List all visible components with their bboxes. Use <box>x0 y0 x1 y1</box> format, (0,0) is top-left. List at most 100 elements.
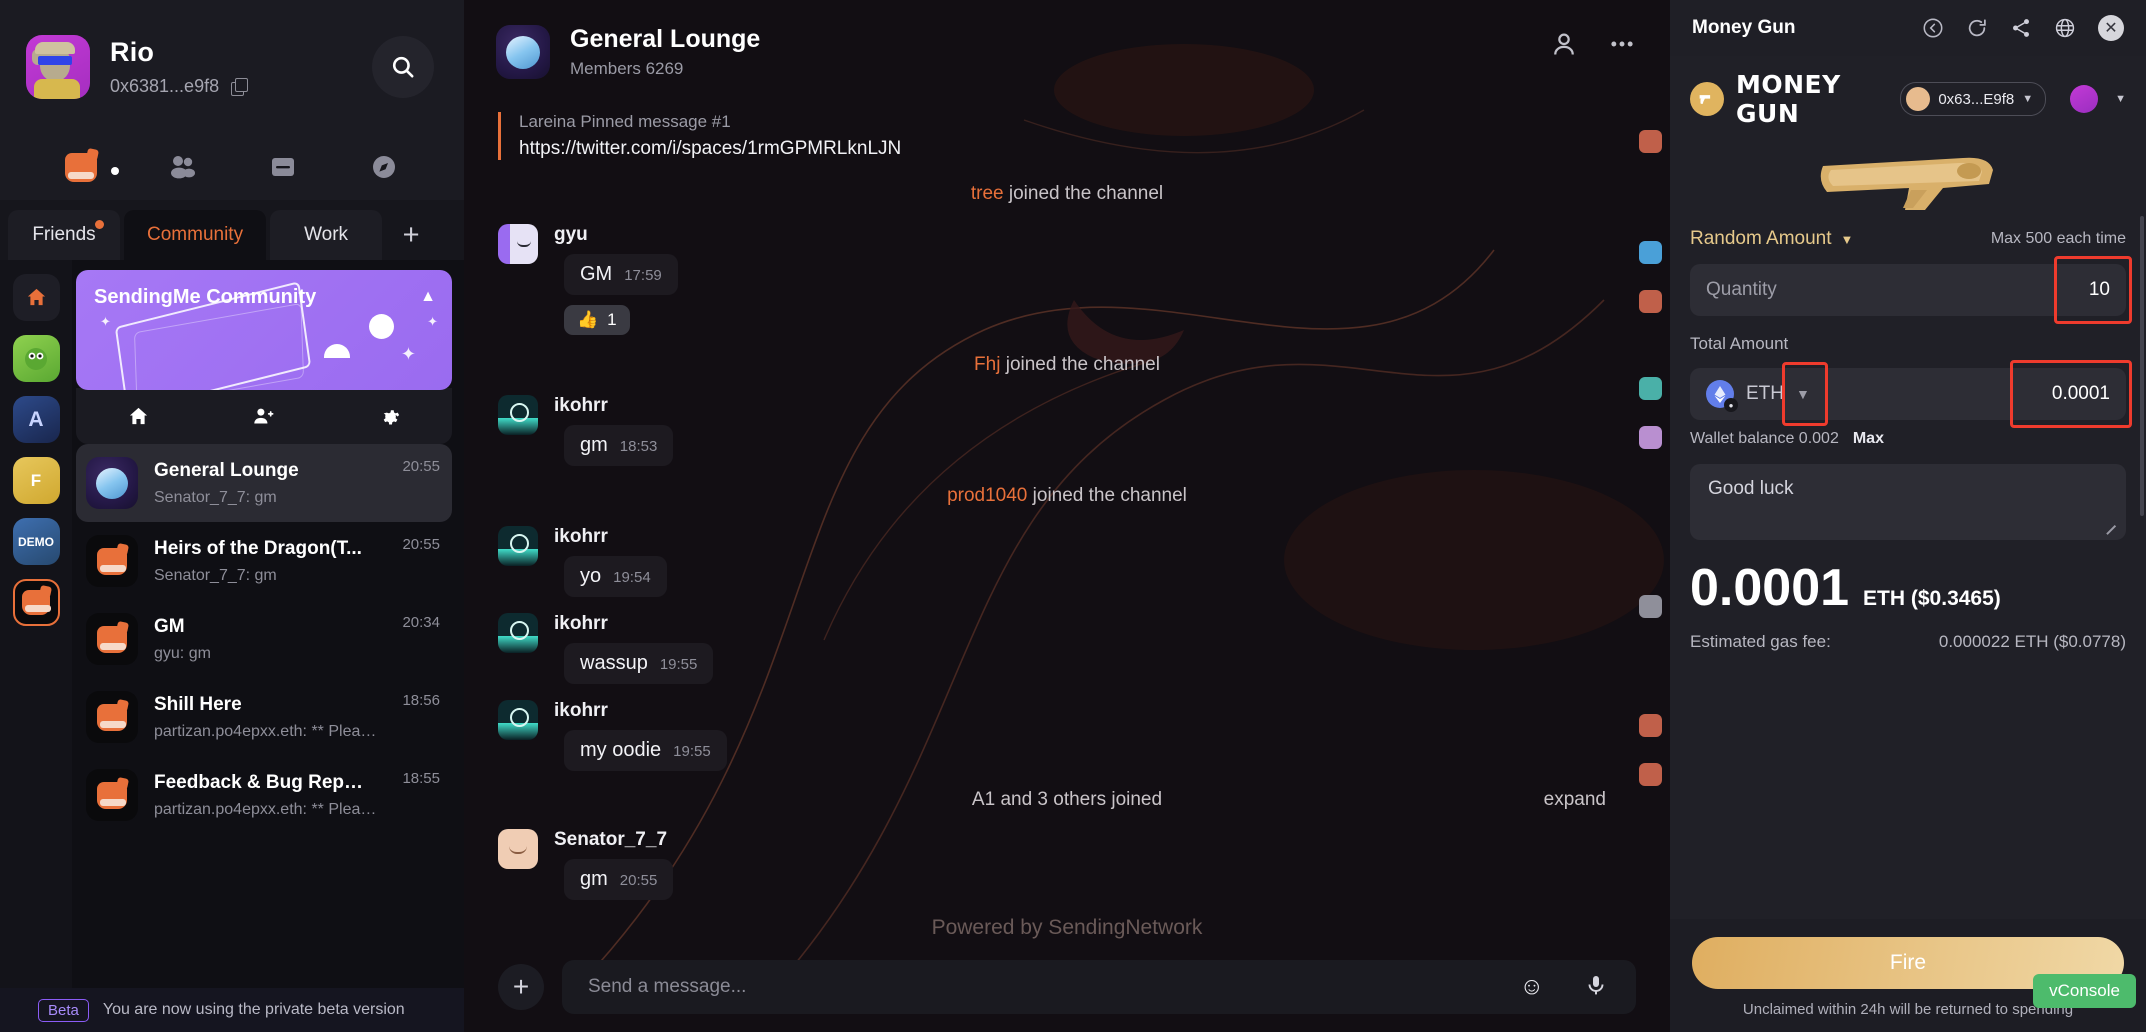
emoji-icon[interactable]: ☺ <box>1519 973 1544 1001</box>
sticker-1[interactable] <box>1638 130 1662 153</box>
message-bubble[interactable]: wassup 19:55 <box>564 643 714 684</box>
chat-preview: partizan.po4epxx.eth: ** Please ... <box>154 722 384 740</box>
avengers-icon: A <box>28 407 44 431</box>
chat-list-item-heirs-of-the-dragon[interactable]: Heirs of the Dragon(T... Senator_7_7: gm… <box>76 522 452 600</box>
chat-list-item-feedback-bug-report[interactable]: Feedback & Bug Report partizan.po4epxx.e… <box>76 756 452 834</box>
home-icon <box>27 288 45 306</box>
close-icon[interactable]: ✕ <box>2098 15 2124 41</box>
add-tab-button[interactable]: + <box>386 210 436 260</box>
sticker-6[interactable] <box>1638 595 1662 618</box>
note-text: Good luck <box>1708 478 1794 499</box>
message-bubble[interactable]: gm 20:55 <box>564 859 674 900</box>
nav-chats[interactable] <box>30 152 131 182</box>
chat-avatar <box>86 769 138 821</box>
nav-explore[interactable] <box>333 154 434 180</box>
chat-time: 18:56 <box>402 692 440 709</box>
collapse-chevron-icon[interactable]: ▲ <box>420 288 436 306</box>
total-amount-big: 0.0001 <box>1690 559 1850 617</box>
sticker-5[interactable] <box>1638 426 1662 449</box>
total-amount-field[interactable]: ● ETH ▼ 0.0001 <box>1690 360 2132 428</box>
max-button[interactable]: Max <box>1853 430 1884 448</box>
message-avatar[interactable] <box>498 613 538 653</box>
chat-list-item-shill-here[interactable]: Shill Here partizan.po4epxx.eth: ** Plea… <box>76 678 452 756</box>
note-textarea[interactable]: Good luck <box>1690 464 2126 540</box>
message-avatar[interactable] <box>498 395 538 435</box>
avatar[interactable] <box>26 35 90 99</box>
copy-icon[interactable] <box>231 78 249 96</box>
share-icon[interactable] <box>2010 17 2032 39</box>
attachment-button[interactable]: + <box>498 964 544 1010</box>
tab-friends[interactable]: Friends <box>8 210 120 260</box>
message-avatar[interactable] <box>498 224 538 264</box>
members-button[interactable] <box>1550 30 1578 63</box>
chat-list-item-general-lounge[interactable]: General Lounge Senator_7_7: gm 20:55 <box>76 444 452 522</box>
sticker-7[interactable] <box>1638 714 1662 737</box>
tab-work[interactable]: Work <box>270 210 383 260</box>
message-reaction[interactable]: 👍 1 <box>564 305 630 335</box>
panel-header: Money Gun ✕ <box>1670 0 2146 56</box>
sticker-4[interactable] <box>1638 377 1662 400</box>
panel-title: Money Gun <box>1692 17 1796 38</box>
expand-link[interactable]: expand <box>1544 789 1606 811</box>
chevron-down-icon: ▼ <box>1840 231 1854 247</box>
total-summary: 0.0001 ETH ($0.3465) <box>1690 562 2126 614</box>
space-item-demo[interactable]: DEMO <box>12 518 60 565</box>
panel-user-avatar[interactable] <box>2070 85 2099 113</box>
message-avatar[interactable] <box>498 700 538 740</box>
message-bubble[interactable]: GM 17:59 <box>564 254 678 295</box>
profile-address-row[interactable]: 0x6381...e9f8 <box>110 76 249 97</box>
message-avatar[interactable] <box>498 526 538 566</box>
sticker-8[interactable] <box>1638 763 1662 786</box>
community-settings-button[interactable] <box>327 406 452 427</box>
search-button[interactable] <box>372 36 434 98</box>
message-avatar[interactable] <box>498 829 538 869</box>
pinned-link[interactable]: https://twitter.com/i/spaces/1rmGPMRLknL… <box>519 138 1670 160</box>
space-item-selected[interactable] <box>12 579 60 626</box>
community-banner[interactable]: SendingMe Community ✦ ✦ ✦ ▲ <box>76 270 452 390</box>
space-item-1[interactable] <box>12 335 60 382</box>
sticker-strip <box>1630 130 1670 786</box>
sticker-3[interactable] <box>1638 290 1662 313</box>
amount-value: 0.0001 <box>2051 383 2110 404</box>
space-item-2[interactable]: A <box>12 396 60 443</box>
message-bubble[interactable]: yo 19:54 <box>564 556 667 597</box>
back-icon[interactable] <box>1922 17 1944 39</box>
space-item-3[interactable]: F <box>12 457 60 504</box>
vconsole-button[interactable]: vConsole <box>2033 974 2136 1008</box>
amount-mode-select[interactable]: Random Amount ▼ <box>1690 228 1853 250</box>
lists-area: A F DEMO SendingMe Community ✦ ✦ ✦ ▲ Gen… <box>0 260 464 988</box>
more-options-button[interactable] <box>1608 30 1636 63</box>
message-text: gm <box>580 868 608 890</box>
space-home[interactable] <box>12 274 60 321</box>
sticker-2[interactable] <box>1638 241 1662 264</box>
resize-handle-icon[interactable] <box>2106 521 2117 532</box>
chevron-down-icon[interactable]: ▼ <box>2115 93 2126 105</box>
pinned-message[interactable]: Lareina Pinned message #1 https://twitte… <box>464 104 1670 160</box>
chevron-down-icon: ▼ <box>2022 93 2034 105</box>
globe-icon[interactable] <box>2054 17 2076 39</box>
nav-contacts[interactable] <box>131 154 232 180</box>
max-each-time-note: Max 500 each time <box>1990 230 2126 247</box>
chat-list-item-gm[interactable]: GM gyu: gm 20:34 <box>76 600 452 678</box>
token-select-chevron-icon[interactable]: ▼ <box>1796 386 1810 402</box>
powered-watermark: Powered by SendingNetwork <box>931 916 1203 939</box>
tab-bar: Friends Community Work + <box>0 200 464 260</box>
quantity-field[interactable]: Quantity 10 <box>1690 256 2132 324</box>
community-home-button[interactable] <box>76 406 201 427</box>
message-bubble[interactable]: my oodie 19:55 <box>564 730 727 771</box>
pinned-meta: Lareina Pinned message #1 <box>519 112 731 131</box>
community-invite-button[interactable] <box>201 406 326 427</box>
microphone-icon[interactable] <box>1584 973 1608 1002</box>
message-text: yo <box>580 565 602 587</box>
total-amount-label: Total Amount <box>1690 334 1789 353</box>
tab-community[interactable]: Community <box>124 210 267 260</box>
panel-scrollbar[interactable] <box>2140 216 2144 516</box>
message-bubble[interactable]: gm 18:53 <box>564 425 674 466</box>
refresh-icon[interactable] <box>1966 17 1988 39</box>
message-input[interactable]: Send a message... ☺ <box>562 960 1636 1014</box>
message-ikohrr-yo: ikohrr yo 19:54 <box>464 518 1670 605</box>
wallet-balance: Wallet balance 0.002 <box>1690 430 1839 447</box>
nav-inbox[interactable] <box>232 155 333 179</box>
chat-preview: Senator_7_7: gm <box>154 488 277 506</box>
wallet-chip[interactable]: 0x63...E9f8 ▼ <box>1900 82 2047 116</box>
